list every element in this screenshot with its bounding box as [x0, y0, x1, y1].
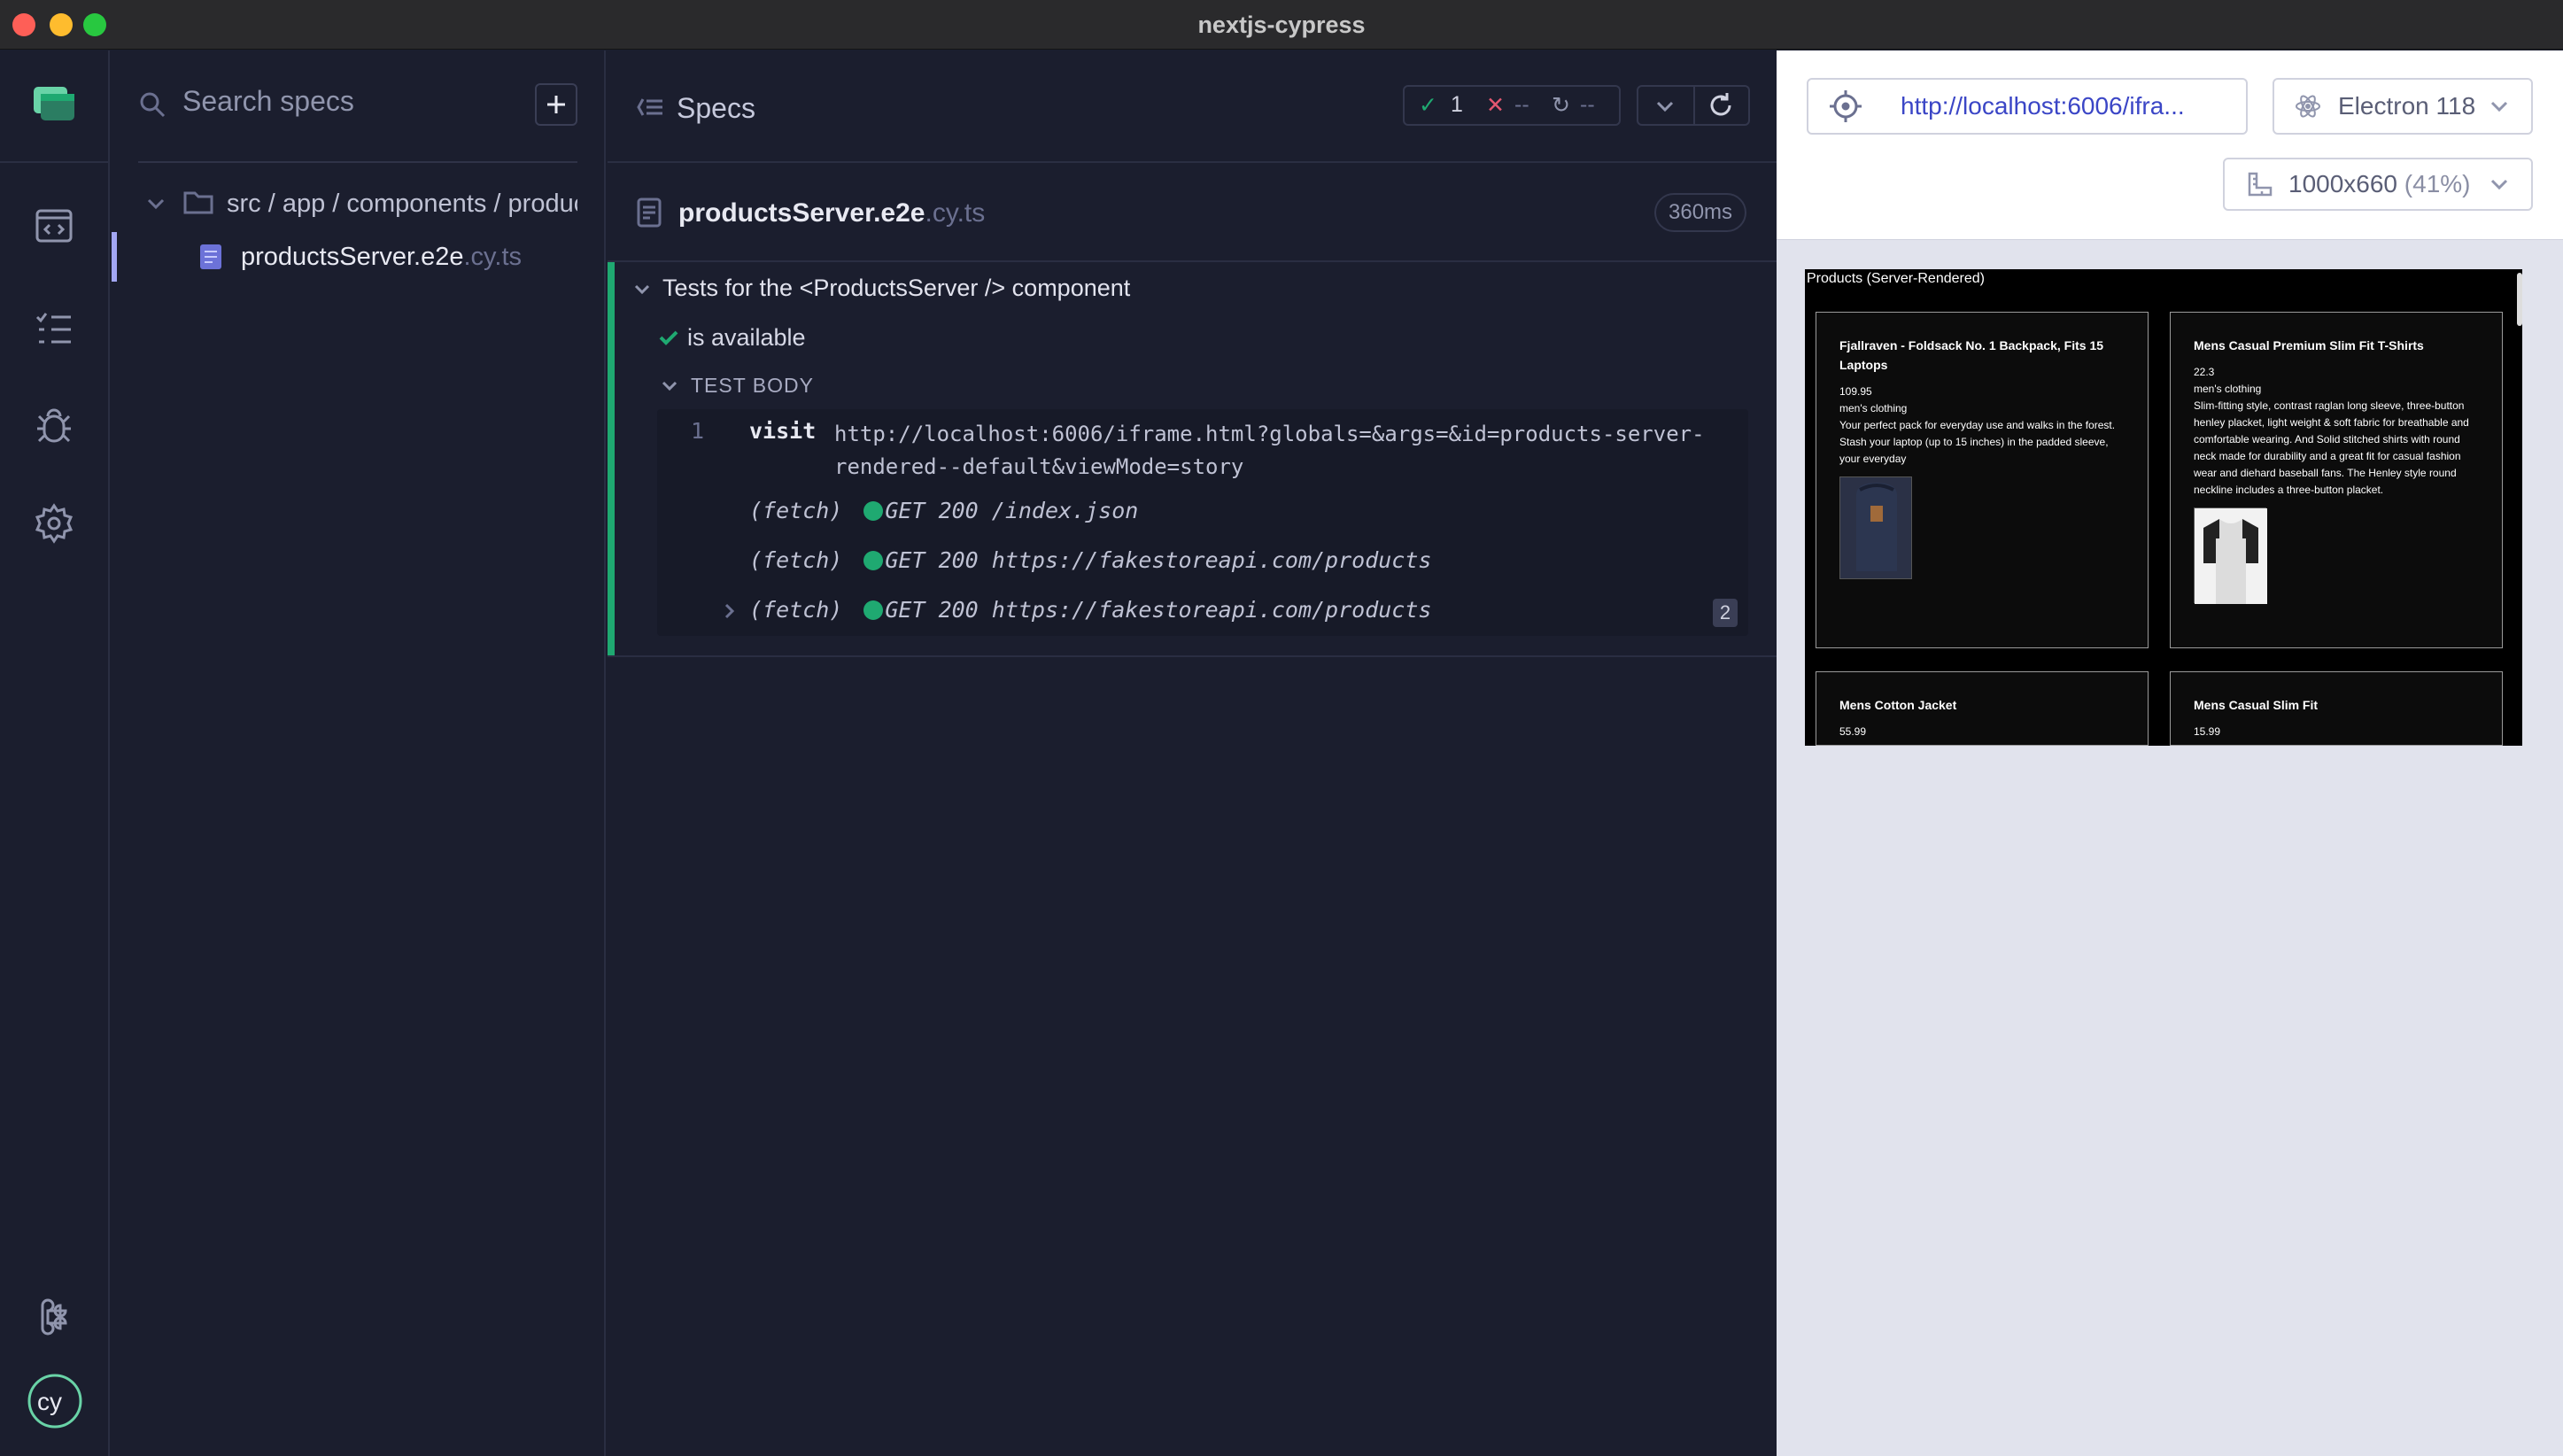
product-card[interactable]: Fjallraven - Foldsack No. 1 Backpack, Fi…: [1816, 312, 2149, 648]
product-card[interactable]: Mens Casual Slim Fit 15.99: [2170, 671, 2503, 746]
folder-icon: [182, 188, 214, 216]
fetch-message: GET 200 https://fakestoreapi.com/product…: [885, 547, 1432, 573]
suite-title[interactable]: Tests for the <ProductsServer /> compone…: [662, 275, 1130, 302]
product-title: Mens Casual Slim Fit: [2194, 698, 2319, 712]
failed-icon: ✕: [1486, 93, 1505, 118]
controls-divider: [1693, 87, 1695, 124]
chevron-down-icon[interactable]: [631, 278, 654, 301]
spec-file-icon: [198, 243, 223, 271]
settings-icon[interactable]: [32, 501, 76, 546]
spec-file-ext: .cy.ts: [463, 243, 523, 271]
status-dot-icon: [863, 600, 884, 620]
app-logo-icon: [32, 85, 76, 124]
search-icon: [138, 90, 166, 119]
reporter-spec-name: productsServer.e2e: [678, 198, 925, 228]
app-under-test-panel: [1777, 50, 2563, 1456]
command-row[interactable]: (fetch) GET 200 https://fakestoreapi.com/…: [749, 597, 1431, 623]
browser-name: Electron 118: [2338, 92, 2476, 120]
fetch-message: GET 200 https://fakestoreapi.com/product…: [885, 597, 1432, 623]
fetch-message: GET 200 /index.json: [885, 498, 1139, 523]
spec-folder-path[interactable]: src / app / components / products: [227, 190, 577, 219]
command-icon[interactable]: [34, 1297, 74, 1337]
debug-icon[interactable]: [32, 404, 76, 448]
product-description: Slim-fitting style, contrast raglan long…: [2194, 399, 2469, 496]
iframe-scrollbar[interactable]: [2517, 273, 2522, 326]
chevron-down-icon[interactable]: [1651, 94, 1679, 119]
command-count-badge: 2: [1713, 599, 1738, 627]
viewport-dimensions: 1000x660: [2288, 170, 2398, 197]
status-dot-icon: [863, 501, 884, 521]
aut-url-text[interactable]: http://localhost:6006/ifra...: [1901, 92, 2237, 120]
new-spec-button[interactable]: [535, 83, 577, 126]
collapse-specs-icon[interactable]: [636, 94, 664, 120]
product-title: Mens Casual Premium Slim Fit T-Shirts: [2194, 338, 2424, 352]
reporter-spec-ext: .cy.ts: [925, 198, 986, 228]
window-title: nextjs-cypress: [1197, 12, 1366, 38]
reporter-header-divider: [608, 161, 1777, 163]
selector-playground-button[interactable]: [1807, 78, 1902, 135]
failed-count: --: [1514, 92, 1529, 117]
electron-icon: [2294, 92, 2322, 120]
test-title[interactable]: is available: [687, 324, 806, 352]
product-card[interactable]: Mens Casual Premium Slim Fit T-Shirts 22…: [2170, 312, 2503, 648]
fetch-label: (fetch): [749, 498, 843, 523]
command-name[interactable]: visit: [749, 418, 816, 444]
chevron-right-icon[interactable]: [721, 600, 739, 622]
pending-count: --: [1580, 92, 1595, 117]
product-image: [1839, 476, 1912, 579]
passed-icon: ✓: [1419, 93, 1437, 118]
product-category: men's clothing: [2194, 383, 2262, 395]
viewport-size: 1000x660 (41%): [2288, 170, 2471, 198]
chevron-down-icon: [2487, 96, 2512, 117]
spec-duration-badge: 360ms: [1654, 193, 1747, 232]
nav-rail: [0, 50, 110, 1456]
spec-file-item[interactable]: productsServer.e2e.cy.ts: [241, 243, 522, 272]
product-title: Fjallraven - Foldsack No. 1 Backpack, Fi…: [1839, 338, 2104, 372]
runs-icon[interactable]: [32, 204, 76, 248]
search-specs-input[interactable]: Search specs: [182, 85, 354, 118]
pending-icon: ↻: [1552, 93, 1570, 118]
reporter-spec-title: productsServer.e2e.cy.ts: [678, 198, 985, 228]
test-body-label[interactable]: TEST BODY: [691, 374, 814, 398]
viewport-scale: (41%): [2404, 170, 2471, 197]
specs-toggle-label[interactable]: Specs: [677, 92, 755, 125]
spec-file-icon: [636, 197, 662, 228]
status-dot-icon: [863, 551, 884, 570]
command-message[interactable]: http://localhost:6006/iframe.html?global…: [834, 418, 1720, 484]
suite-divider: [608, 655, 1777, 657]
fetch-label: (fetch): [749, 597, 843, 623]
ruler-icon: [2246, 170, 2274, 198]
cypress-logo[interactable]: cy: [27, 1373, 83, 1429]
check-icon: [657, 326, 680, 349]
product-title: Mens Cotton Jacket: [1839, 698, 1957, 712]
chevron-down-icon[interactable]: [143, 191, 168, 216]
fetch-label: (fetch): [749, 547, 843, 573]
chevron-down-icon[interactable]: [659, 376, 680, 397]
specs-icon[interactable]: [32, 306, 76, 351]
product-card[interactable]: Mens Cotton Jacket 55.99: [1816, 671, 2149, 746]
products-page-title: Products (Server-Rendered): [1807, 271, 1985, 286]
suite-pass-indicator: [608, 262, 615, 655]
active-file-indicator: [112, 232, 117, 282]
command-number: 1: [691, 418, 705, 444]
product-price: 55.99: [1839, 725, 1867, 738]
spec-header-divider: [608, 260, 1777, 262]
svg-text:cy: cy: [37, 1388, 62, 1415]
product-description: Your perfect pack for everyday use and w…: [1839, 419, 2116, 465]
spec-file-name: productsServer.e2e: [241, 243, 464, 271]
search-divider: [138, 161, 577, 163]
chevron-down-icon: [2487, 174, 2512, 195]
rerun-icon[interactable]: [1706, 90, 1736, 120]
command-row[interactable]: (fetch) GET 200 https://fakestoreapi.com/…: [749, 547, 1431, 573]
product-price: 15.99: [2194, 725, 2221, 738]
passed-count: 1: [1451, 92, 1463, 117]
product-category: men's clothing: [1839, 402, 1908, 414]
product-price: 109.95: [1839, 385, 1872, 398]
rail-divider: [0, 161, 110, 163]
command-row[interactable]: (fetch) GET 200 /index.json: [749, 498, 1138, 523]
product-image: [2194, 507, 2267, 604]
product-price: 22.3: [2194, 366, 2215, 378]
